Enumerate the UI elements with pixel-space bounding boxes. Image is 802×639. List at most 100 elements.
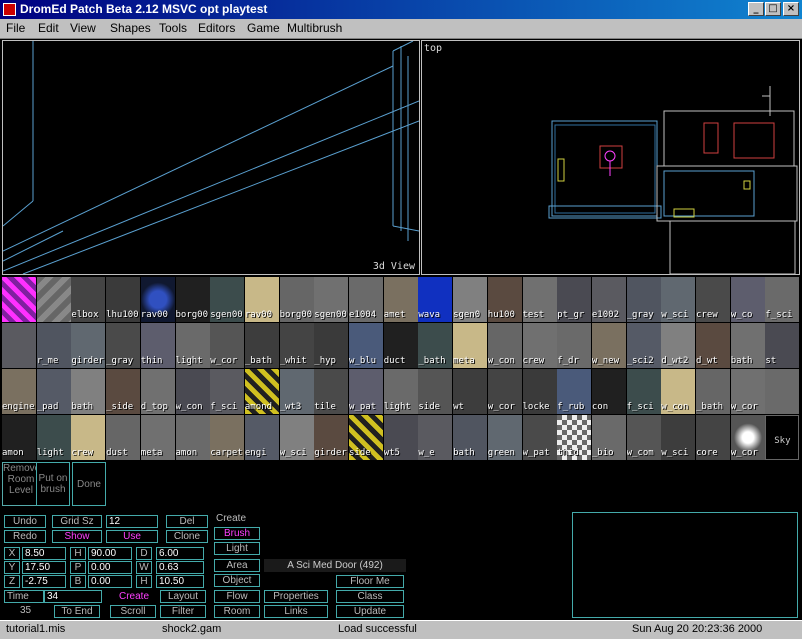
texture-tile[interactable]: thid bbox=[557, 415, 592, 460]
flow-button[interactable]: Flow bbox=[214, 590, 260, 603]
texture-tile[interactable]: _side bbox=[106, 369, 141, 414]
texture-tile[interactable]: sgen00 bbox=[210, 277, 245, 322]
menu-game[interactable]: Game bbox=[247, 21, 280, 35]
texture-tile[interactable]: wt bbox=[453, 369, 488, 414]
texture-tile[interactable] bbox=[765, 369, 800, 414]
redo-button[interactable]: Redo bbox=[4, 530, 46, 543]
texture-tile[interactable]: f_sci bbox=[765, 277, 800, 322]
texture-tile[interactable]: rav00 bbox=[140, 277, 175, 322]
texture-tile[interactable]: w_con bbox=[661, 369, 696, 414]
texture-tile[interactable]: d_wt2 bbox=[661, 323, 696, 368]
p-field[interactable]: 0.00 bbox=[88, 561, 132, 574]
height-field[interactable]: 10.50 bbox=[156, 575, 204, 588]
menu-edit[interactable]: Edit bbox=[38, 21, 59, 35]
time-field[interactable]: 34 bbox=[44, 590, 102, 603]
texture-tile[interactable]: amond bbox=[244, 369, 279, 414]
filter-button[interactable]: Filter bbox=[160, 605, 206, 618]
menu-multibrush[interactable]: Multibrush bbox=[287, 21, 342, 35]
texture-tile[interactable]: e1004 bbox=[349, 277, 383, 322]
texture-tile[interactable]: engi bbox=[244, 415, 279, 460]
texture-tile[interactable]: girder bbox=[71, 323, 106, 368]
properties-button[interactable]: Properties bbox=[264, 590, 328, 603]
texture-tile[interactable]: w_pat bbox=[522, 415, 557, 460]
texture-tile[interactable]: crew bbox=[522, 323, 557, 368]
texture-tile[interactable]: _pad bbox=[36, 369, 71, 414]
texture-tile[interactable]: light bbox=[36, 415, 71, 460]
texture-tile[interactable]: light bbox=[175, 323, 210, 368]
texture-tile[interactable]: borg00 bbox=[175, 277, 210, 322]
menu-editors[interactable]: Editors bbox=[198, 21, 235, 35]
b-field[interactable]: 0.00 bbox=[88, 575, 132, 588]
texture-tile[interactable]: e1002 bbox=[591, 277, 626, 322]
z-field[interactable]: -2.75 bbox=[22, 575, 66, 588]
y-field[interactable]: 17.50 bbox=[22, 561, 66, 574]
room-button[interactable]: Room bbox=[214, 605, 260, 618]
texture-tile[interactable]: w_co bbox=[730, 277, 765, 322]
texture-tile[interactable]: w_pat bbox=[349, 369, 383, 414]
floor-me-button[interactable]: Floor Me bbox=[336, 575, 404, 588]
texture-tile[interactable]: w_con bbox=[487, 323, 522, 368]
texture-tile[interactable]: crew bbox=[71, 415, 106, 460]
texture-tile[interactable]: d_wt bbox=[696, 323, 730, 368]
texture-tile[interactable]: st bbox=[765, 323, 800, 368]
texture-tile[interactable]: bath bbox=[71, 369, 106, 414]
texture-tile[interactable]: con bbox=[591, 369, 626, 414]
view-3d[interactable]: 3d View bbox=[2, 40, 420, 275]
grid-size-button[interactable]: Grid Sz bbox=[52, 515, 102, 528]
texture-tile[interactable]: w_cor bbox=[210, 323, 245, 368]
title-bar[interactable]: DromEd Patch Beta 2.12 MSVC opt playtest… bbox=[0, 0, 802, 19]
texture-tile[interactable]: sgen0 bbox=[453, 277, 488, 322]
texture-tile[interactable]: _bio bbox=[591, 415, 626, 460]
menu-file[interactable]: File bbox=[6, 21, 25, 35]
remove-room-button[interactable]: Remove Room Level bbox=[2, 462, 40, 506]
texture-tile[interactable]: hu100 bbox=[487, 277, 522, 322]
texture-tile[interactable]: _whit bbox=[279, 323, 314, 368]
texture-tile[interactable]: f_dr bbox=[557, 323, 592, 368]
del-button[interactable]: Del bbox=[166, 515, 208, 528]
texture-tile[interactable]: bath bbox=[453, 415, 488, 460]
layout-button[interactable]: Layout bbox=[160, 590, 206, 603]
texture-tile[interactable]: rav00 bbox=[244, 277, 279, 322]
texture-tile[interactable]: f_rub bbox=[557, 369, 592, 414]
h-field[interactable]: 90.00 bbox=[88, 547, 132, 560]
texture-tile[interactable]: w_sci bbox=[661, 277, 696, 322]
menu-tools[interactable]: Tools bbox=[159, 21, 187, 35]
texture-tile[interactable] bbox=[2, 323, 36, 368]
texture-tile[interactable]: w_cor bbox=[730, 415, 765, 460]
texture-tile[interactable]: w_sci bbox=[661, 415, 696, 460]
links-button[interactable]: Links bbox=[264, 605, 328, 618]
texture-tile[interactable]: test bbox=[522, 277, 557, 322]
texture-tile[interactable]: w_cor bbox=[487, 369, 522, 414]
texture-tile[interactable]: elbox bbox=[71, 277, 106, 322]
texture-tile[interactable]: d_top bbox=[140, 369, 175, 414]
texture-tile[interactable]: engine bbox=[2, 369, 36, 414]
texture-tile[interactable]: w_sci bbox=[279, 415, 314, 460]
texture-tile[interactable]: f_sci bbox=[210, 369, 245, 414]
use-button[interactable]: Use bbox=[106, 530, 158, 543]
texture-tile[interactable]: _bath bbox=[244, 323, 279, 368]
put-on-brush-button[interactable]: Put on brush bbox=[36, 462, 70, 506]
light-button[interactable]: Light bbox=[214, 542, 260, 555]
texture-tile[interactable]: meta bbox=[140, 415, 175, 460]
texture-tile[interactable]: locke bbox=[522, 369, 557, 414]
menu-view[interactable]: View bbox=[70, 21, 96, 35]
texture-tile[interactable]: w_cor bbox=[730, 369, 765, 414]
menu-shapes[interactable]: Shapes bbox=[110, 21, 151, 35]
texture-tile[interactable]: amon bbox=[175, 415, 210, 460]
texture-tile[interactable]: sgen00 bbox=[314, 277, 349, 322]
texture-tile[interactable]: light bbox=[383, 369, 418, 414]
texture-tile[interactable]: amon bbox=[2, 415, 36, 460]
texture-tile[interactable]: _bath bbox=[418, 323, 453, 368]
texture-tile[interactable]: thin bbox=[140, 323, 175, 368]
texture-tile[interactable]: girder bbox=[314, 415, 349, 460]
texture-tile[interactable]: w_blu bbox=[349, 323, 383, 368]
texture-tile[interactable]: _wt3 bbox=[279, 369, 314, 414]
d-field[interactable]: 6.00 bbox=[156, 547, 204, 560]
texture-tile[interactable] bbox=[36, 277, 71, 322]
texture-tile[interactable]: crew bbox=[696, 277, 730, 322]
texture-tile[interactable]: f_sci bbox=[626, 369, 661, 414]
texture-tile[interactable]: _gray bbox=[626, 277, 661, 322]
time-create-button[interactable]: Create bbox=[112, 590, 156, 603]
x-field[interactable]: 8.50 bbox=[22, 547, 66, 560]
texture-tile[interactable]: _hyp bbox=[314, 323, 349, 368]
